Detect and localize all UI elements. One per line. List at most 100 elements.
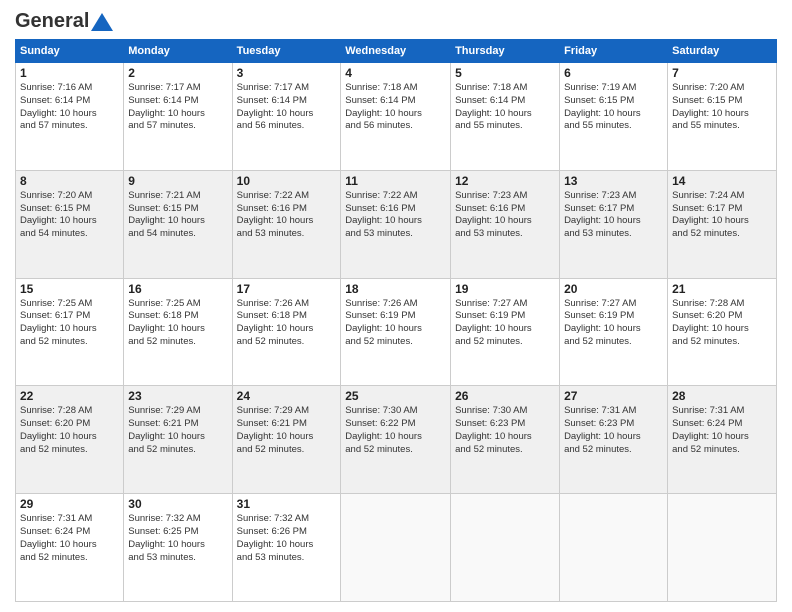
day-number: 19 bbox=[455, 282, 555, 296]
calendar-cell: 24 Sunrise: 7:29 AMSunset: 6:21 PMDaylig… bbox=[232, 386, 341, 494]
day-number: 5 bbox=[455, 66, 555, 80]
day-info: Sunrise: 7:18 AMSunset: 6:14 PMDaylight:… bbox=[345, 82, 422, 131]
day-info: Sunrise: 7:30 AMSunset: 6:23 PMDaylight:… bbox=[455, 405, 532, 454]
calendar-cell: 30 Sunrise: 7:32 AMSunset: 6:25 PMDaylig… bbox=[124, 494, 232, 602]
logo-icon bbox=[91, 13, 113, 31]
calendar-cell bbox=[668, 494, 777, 602]
day-info: Sunrise: 7:31 AMSunset: 6:24 PMDaylight:… bbox=[672, 405, 749, 454]
calendar-cell: 28 Sunrise: 7:31 AMSunset: 6:24 PMDaylig… bbox=[668, 386, 777, 494]
calendar-week-row: 1 Sunrise: 7:16 AMSunset: 6:14 PMDayligh… bbox=[16, 63, 777, 171]
weekday-header: Friday bbox=[560, 40, 668, 63]
calendar-cell: 15 Sunrise: 7:25 AMSunset: 6:17 PMDaylig… bbox=[16, 278, 124, 386]
calendar-cell: 22 Sunrise: 7:28 AMSunset: 6:20 PMDaylig… bbox=[16, 386, 124, 494]
day-number: 31 bbox=[237, 497, 337, 511]
day-number: 18 bbox=[345, 282, 446, 296]
day-number: 27 bbox=[564, 389, 663, 403]
day-info: Sunrise: 7:30 AMSunset: 6:22 PMDaylight:… bbox=[345, 405, 422, 454]
day-number: 1 bbox=[20, 66, 119, 80]
day-info: Sunrise: 7:22 AMSunset: 6:16 PMDaylight:… bbox=[237, 190, 314, 239]
day-number: 21 bbox=[672, 282, 772, 296]
day-info: Sunrise: 7:28 AMSunset: 6:20 PMDaylight:… bbox=[672, 298, 749, 347]
day-info: Sunrise: 7:21 AMSunset: 6:15 PMDaylight:… bbox=[128, 190, 205, 239]
day-info: Sunrise: 7:18 AMSunset: 6:14 PMDaylight:… bbox=[455, 82, 532, 131]
calendar-cell: 4 Sunrise: 7:18 AMSunset: 6:14 PMDayligh… bbox=[341, 63, 451, 171]
day-info: Sunrise: 7:27 AMSunset: 6:19 PMDaylight:… bbox=[455, 298, 532, 347]
calendar-cell bbox=[560, 494, 668, 602]
day-number: 23 bbox=[128, 389, 227, 403]
calendar-cell: 7 Sunrise: 7:20 AMSunset: 6:15 PMDayligh… bbox=[668, 63, 777, 171]
calendar-cell: 20 Sunrise: 7:27 AMSunset: 6:19 PMDaylig… bbox=[560, 278, 668, 386]
day-info: Sunrise: 7:23 AMSunset: 6:16 PMDaylight:… bbox=[455, 190, 532, 239]
day-number: 7 bbox=[672, 66, 772, 80]
calendar-week-row: 8 Sunrise: 7:20 AMSunset: 6:15 PMDayligh… bbox=[16, 170, 777, 278]
day-number: 28 bbox=[672, 389, 772, 403]
calendar-cell: 19 Sunrise: 7:27 AMSunset: 6:19 PMDaylig… bbox=[451, 278, 560, 386]
day-number: 26 bbox=[455, 389, 555, 403]
day-number: 2 bbox=[128, 66, 227, 80]
day-info: Sunrise: 7:29 AMSunset: 6:21 PMDaylight:… bbox=[128, 405, 205, 454]
day-info: Sunrise: 7:26 AMSunset: 6:19 PMDaylight:… bbox=[345, 298, 422, 347]
calendar-cell: 6 Sunrise: 7:19 AMSunset: 6:15 PMDayligh… bbox=[560, 63, 668, 171]
calendar-cell: 5 Sunrise: 7:18 AMSunset: 6:14 PMDayligh… bbox=[451, 63, 560, 171]
day-info: Sunrise: 7:31 AMSunset: 6:24 PMDaylight:… bbox=[20, 513, 97, 562]
day-info: Sunrise: 7:26 AMSunset: 6:18 PMDaylight:… bbox=[237, 298, 314, 347]
calendar-cell: 29 Sunrise: 7:31 AMSunset: 6:24 PMDaylig… bbox=[16, 494, 124, 602]
day-number: 16 bbox=[128, 282, 227, 296]
day-number: 13 bbox=[564, 174, 663, 188]
day-info: Sunrise: 7:16 AMSunset: 6:14 PMDaylight:… bbox=[20, 82, 97, 131]
day-info: Sunrise: 7:17 AMSunset: 6:14 PMDaylight:… bbox=[128, 82, 205, 131]
day-info: Sunrise: 7:19 AMSunset: 6:15 PMDaylight:… bbox=[564, 82, 641, 131]
weekday-header-row: SundayMondayTuesdayWednesdayThursdayFrid… bbox=[16, 40, 777, 63]
calendar-cell: 14 Sunrise: 7:24 AMSunset: 6:17 PMDaylig… bbox=[668, 170, 777, 278]
day-number: 25 bbox=[345, 389, 446, 403]
day-info: Sunrise: 7:17 AMSunset: 6:14 PMDaylight:… bbox=[237, 82, 314, 131]
day-info: Sunrise: 7:25 AMSunset: 6:17 PMDaylight:… bbox=[20, 298, 97, 347]
day-info: Sunrise: 7:31 AMSunset: 6:23 PMDaylight:… bbox=[564, 405, 641, 454]
page: General SundayMondayTuesdayWednesdayThur… bbox=[0, 0, 792, 612]
calendar-cell: 17 Sunrise: 7:26 AMSunset: 6:18 PMDaylig… bbox=[232, 278, 341, 386]
calendar-cell: 31 Sunrise: 7:32 AMSunset: 6:26 PMDaylig… bbox=[232, 494, 341, 602]
calendar-cell: 27 Sunrise: 7:31 AMSunset: 6:23 PMDaylig… bbox=[560, 386, 668, 494]
day-number: 22 bbox=[20, 389, 119, 403]
day-number: 10 bbox=[237, 174, 337, 188]
logo-general: General bbox=[15, 10, 89, 33]
calendar-cell: 25 Sunrise: 7:30 AMSunset: 6:22 PMDaylig… bbox=[341, 386, 451, 494]
calendar-cell: 11 Sunrise: 7:22 AMSunset: 6:16 PMDaylig… bbox=[341, 170, 451, 278]
calendar-cell: 8 Sunrise: 7:20 AMSunset: 6:15 PMDayligh… bbox=[16, 170, 124, 278]
header: General bbox=[15, 10, 777, 31]
calendar-cell: 18 Sunrise: 7:26 AMSunset: 6:19 PMDaylig… bbox=[341, 278, 451, 386]
calendar: SundayMondayTuesdayWednesdayThursdayFrid… bbox=[15, 39, 777, 602]
day-info: Sunrise: 7:32 AMSunset: 6:26 PMDaylight:… bbox=[237, 513, 314, 562]
weekday-header: Saturday bbox=[668, 40, 777, 63]
calendar-cell bbox=[451, 494, 560, 602]
day-number: 6 bbox=[564, 66, 663, 80]
day-number: 20 bbox=[564, 282, 663, 296]
calendar-cell: 13 Sunrise: 7:23 AMSunset: 6:17 PMDaylig… bbox=[560, 170, 668, 278]
day-info: Sunrise: 7:29 AMSunset: 6:21 PMDaylight:… bbox=[237, 405, 314, 454]
weekday-header: Monday bbox=[124, 40, 232, 63]
day-info: Sunrise: 7:20 AMSunset: 6:15 PMDaylight:… bbox=[672, 82, 749, 131]
day-number: 17 bbox=[237, 282, 337, 296]
weekday-header: Wednesday bbox=[341, 40, 451, 63]
calendar-cell: 21 Sunrise: 7:28 AMSunset: 6:20 PMDaylig… bbox=[668, 278, 777, 386]
day-number: 8 bbox=[20, 174, 119, 188]
calendar-cell: 12 Sunrise: 7:23 AMSunset: 6:16 PMDaylig… bbox=[451, 170, 560, 278]
day-info: Sunrise: 7:22 AMSunset: 6:16 PMDaylight:… bbox=[345, 190, 422, 239]
calendar-week-row: 29 Sunrise: 7:31 AMSunset: 6:24 PMDaylig… bbox=[16, 494, 777, 602]
calendar-cell: 10 Sunrise: 7:22 AMSunset: 6:16 PMDaylig… bbox=[232, 170, 341, 278]
weekday-header: Sunday bbox=[16, 40, 124, 63]
day-number: 9 bbox=[128, 174, 227, 188]
calendar-cell: 23 Sunrise: 7:29 AMSunset: 6:21 PMDaylig… bbox=[124, 386, 232, 494]
day-number: 11 bbox=[345, 174, 446, 188]
calendar-cell bbox=[341, 494, 451, 602]
day-number: 30 bbox=[128, 497, 227, 511]
logo: General bbox=[15, 10, 113, 31]
day-number: 15 bbox=[20, 282, 119, 296]
weekday-header: Tuesday bbox=[232, 40, 341, 63]
day-info: Sunrise: 7:28 AMSunset: 6:20 PMDaylight:… bbox=[20, 405, 97, 454]
day-info: Sunrise: 7:23 AMSunset: 6:17 PMDaylight:… bbox=[564, 190, 641, 239]
calendar-week-row: 22 Sunrise: 7:28 AMSunset: 6:20 PMDaylig… bbox=[16, 386, 777, 494]
day-number: 14 bbox=[672, 174, 772, 188]
calendar-cell: 26 Sunrise: 7:30 AMSunset: 6:23 PMDaylig… bbox=[451, 386, 560, 494]
day-info: Sunrise: 7:24 AMSunset: 6:17 PMDaylight:… bbox=[672, 190, 749, 239]
